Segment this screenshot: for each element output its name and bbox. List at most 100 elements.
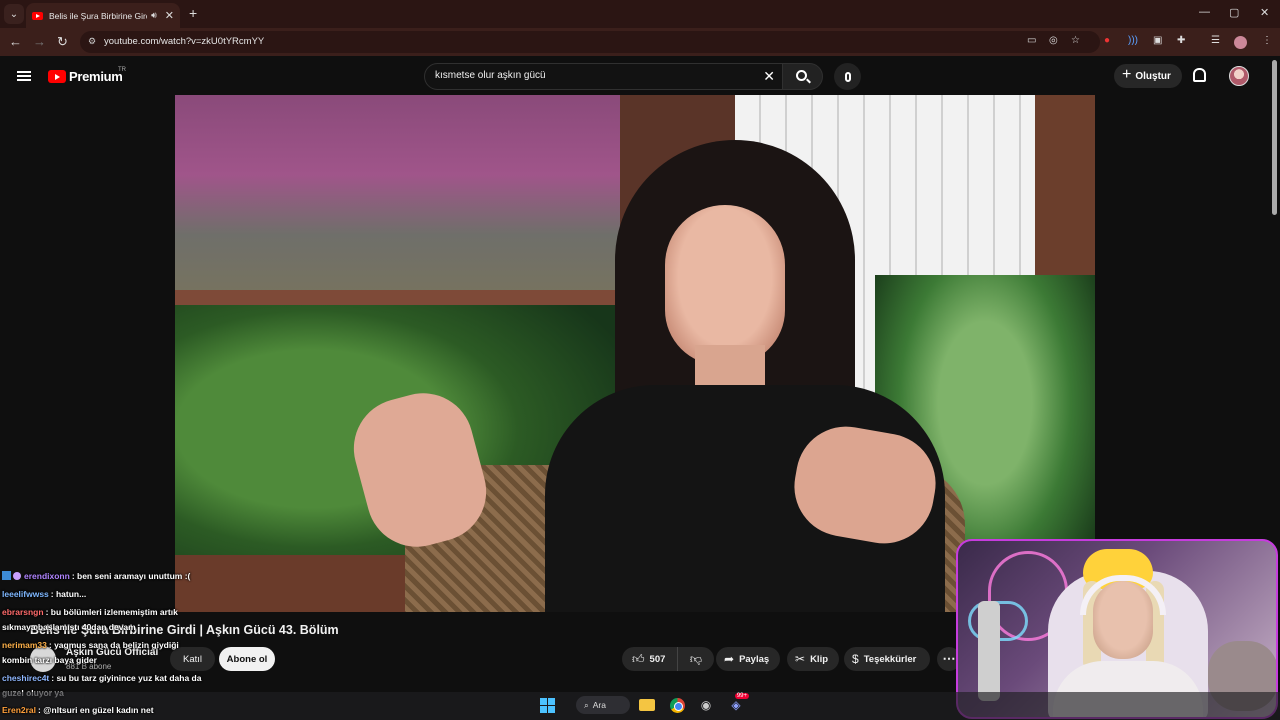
- chat-text: : yagmus sana da belizin giydiği: [48, 640, 179, 650]
- thanks-button[interactable]: $ Teşekkürler: [844, 647, 930, 671]
- clip-label: Klip: [810, 653, 829, 665]
- chat-text: : bu bölümleri izlememiştim artık: [45, 607, 178, 617]
- reload-icon[interactable]: ↻: [57, 34, 68, 50]
- search-icon: ⌕: [584, 699, 589, 710]
- chat-message: Eren2ral: @nltsuri en güzel kadın net: [2, 705, 154, 715]
- join-button[interactable]: Katıl: [170, 647, 215, 671]
- bookmark-star-icon[interactable]: ☆: [1071, 35, 1080, 46]
- speaker-icon[interactable]: 🔊︎: [151, 10, 157, 21]
- chat-username: cheshirec4t: [2, 673, 50, 683]
- browser-tab[interactable]: Belis ile Şura Birbirine Girdi 🔊︎ ✕: [26, 3, 180, 28]
- extensions-puzzle-icon[interactable]: ✚: [1177, 35, 1185, 46]
- chat-message: cheshirec4t: su bu tarz giyinince yuz ka…: [2, 673, 201, 683]
- cast-icon[interactable]: ▭: [1027, 35, 1036, 46]
- taskbar-search[interactable]: ⌕ Ara: [576, 696, 630, 714]
- chat-message: ebrarsngn: bu bölümleri izlememiştim art…: [2, 607, 178, 617]
- chat-message-continued: sıkmaya başlamıştı 40dan devam: [2, 622, 136, 632]
- notifications-bell-icon[interactable]: [1193, 68, 1206, 82]
- like-count: 507: [649, 653, 666, 665]
- start-button[interactable]: [538, 696, 556, 714]
- region-code: TR: [118, 67, 126, 73]
- share-button[interactable]: ➦ Paylaş: [716, 647, 780, 671]
- forward-icon[interactable]: →: [33, 34, 46, 49]
- back-icon[interactable]: ←: [9, 34, 22, 49]
- create-label: Oluştur: [1135, 70, 1171, 82]
- youtube-premium-logo[interactable]: Premium: [69, 69, 123, 84]
- windows-logo-icon: [539, 697, 555, 713]
- voice-search-button[interactable]: [834, 63, 861, 90]
- chat-text: sıkmaya başlamıştı 40dan devam: [2, 622, 136, 632]
- chat-text: kombin tarzı baya gider: [2, 655, 97, 665]
- chat-text: : su bu tarz giyinince yuz kat daha da: [51, 673, 202, 683]
- thumbs-up-icon: 👍︎: [632, 651, 645, 666]
- site-info-icon[interactable]: ⚙︎: [88, 36, 96, 47]
- url-field[interactable]: ⚙︎ youtube.com/watch?v=zkU0tYRcmYY: [80, 31, 1100, 53]
- video-player[interactable]: [175, 95, 1095, 612]
- browser-menu-icon[interactable]: ⋮: [1262, 35, 1272, 46]
- youtube-logo-icon[interactable]: [48, 70, 66, 83]
- chat-message-continued: kombin tarzı baya gider: [2, 655, 97, 665]
- page-scrollbar[interactable]: [1272, 60, 1277, 215]
- youtube-favicon-icon: [32, 11, 43, 20]
- like-button[interactable]: 👍︎ 507: [622, 647, 678, 671]
- chrome-taskbar-button[interactable]: [668, 696, 686, 714]
- search-button[interactable]: [782, 63, 823, 90]
- tab-search-button[interactable]: ⌄: [4, 4, 24, 24]
- extension-box-icon[interactable]: ▣: [1153, 35, 1162, 46]
- minimize-button[interactable]: —: [1199, 6, 1210, 18]
- search-icon: [795, 69, 807, 81]
- chat-text: : ben seni aramayı unuttum :(: [71, 571, 191, 581]
- folder-icon: [639, 699, 655, 711]
- subscriber-badge-icon: [13, 572, 21, 580]
- reading-list-icon[interactable]: ☰: [1211, 35, 1220, 46]
- chat-username: Eren2ral: [2, 705, 37, 715]
- url-text: youtube.com/watch?v=zkU0tYRcmYY: [104, 36, 265, 47]
- video-scene: [175, 95, 625, 295]
- chrome-icon: [669, 697, 685, 713]
- eye-off-icon[interactable]: ◎: [1049, 35, 1058, 46]
- microphone-icon: [844, 71, 851, 82]
- screen: ⌄ Belis ile Şura Birbirine Girdi 🔊︎ ✕ + …: [0, 0, 1280, 720]
- chat-username: nerimam33: [2, 640, 47, 650]
- chat-username: erendixonn: [24, 571, 70, 581]
- extension-red-icon[interactable]: ●: [1104, 35, 1110, 46]
- search-query: kısmetse olur aşkın gücü: [435, 70, 546, 81]
- browser-tab-bar: ⌄ Belis ile Şura Birbirine Girdi 🔊︎ ✕ + …: [0, 0, 1280, 28]
- tab-title: Belis ile Şura Birbirine Girdi: [49, 10, 148, 21]
- chat-message: leeelifwwss: hatun...: [2, 589, 86, 599]
- account-avatar[interactable]: [1229, 66, 1249, 86]
- like-dislike-group: 👍︎ 507 👎︎: [622, 647, 714, 671]
- close-window-button[interactable]: ✕: [1260, 6, 1269, 19]
- chat-username: ebrarsngn: [2, 607, 44, 617]
- chat-text: : @nltsuri en güzel kadın net: [38, 705, 154, 715]
- taskbar-search-label: Ara: [592, 700, 606, 710]
- browser-address-bar: ← → ↻ ⚙︎ youtube.com/watch?v=zkU0tYRcmYY…: [0, 28, 1280, 56]
- youtube-header: Premium TR kısmetse olur aşkın gücü ✕ + …: [0, 56, 1280, 96]
- extension-wave-icon[interactable]: ))): [1128, 35, 1138, 46]
- scissors-icon: ✂: [795, 652, 806, 666]
- share-icon: ➦: [724, 652, 735, 666]
- plus-icon: +: [1122, 66, 1132, 83]
- obs-taskbar-button[interactable]: ◉: [697, 696, 715, 714]
- chat-message: nerimam33: yagmus sana da belizin giydiğ…: [2, 640, 179, 650]
- moderator-badge-icon: [2, 571, 11, 580]
- clip-button[interactable]: ✂ Klip: [787, 647, 839, 671]
- obs-icon: ◉: [700, 698, 712, 712]
- discord-taskbar-button[interactable]: ◈ 99+: [727, 693, 749, 714]
- menu-icon[interactable]: [17, 71, 31, 81]
- create-button[interactable]: + Oluştur: [1114, 64, 1182, 88]
- thumbs-down-icon[interactable]: 👎︎: [678, 652, 714, 667]
- tab-close-icon[interactable]: ✕: [165, 9, 174, 22]
- chat-username: leeelifwwss: [2, 589, 49, 599]
- search-input[interactable]: kısmetse olur aşkın gücü ✕: [424, 63, 784, 90]
- thanks-icon: $: [852, 652, 859, 666]
- clear-search-icon[interactable]: ✕: [763, 68, 775, 85]
- thanks-label: Teşekkürler: [863, 653, 917, 665]
- subscribe-button[interactable]: Abone ol: [219, 647, 275, 671]
- profile-avatar-icon[interactable]: [1234, 36, 1247, 49]
- chat-message: erendixonn: ben seni aramayı unuttum :(: [2, 571, 190, 581]
- discord-icon: ◈: [731, 698, 741, 712]
- file-explorer-button[interactable]: [638, 696, 656, 714]
- maximize-button[interactable]: ▢: [1229, 6, 1239, 19]
- new-tab-button[interactable]: +: [189, 5, 197, 21]
